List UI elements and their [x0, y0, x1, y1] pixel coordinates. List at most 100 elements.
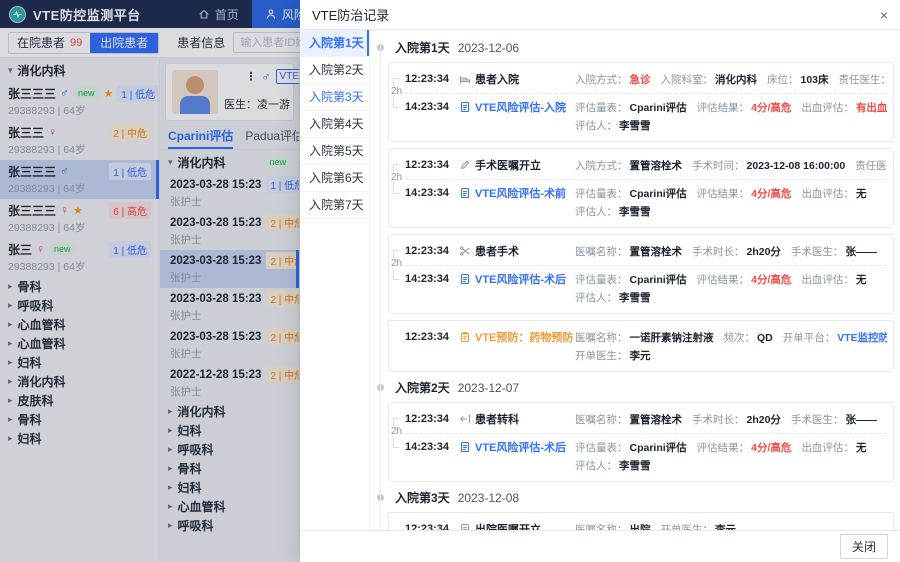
timeline-rail — [380, 42, 381, 530]
event-time: 12:23:34 — [405, 523, 459, 530]
field-pair: 评估人：李雪雪 — [575, 118, 651, 134]
field-value: 李元 — [715, 524, 736, 531]
field-label: 评估人： — [575, 120, 617, 132]
field-value: 李雪雪 — [619, 460, 651, 472]
drawer-day-tab-3[interactable]: 入院第3天 — [300, 84, 369, 111]
event-fields-line2: 评估人：李雪雪 — [575, 204, 887, 220]
field-value: 李雪雪 — [619, 206, 651, 218]
field-value: VTE监控防治平台 — [837, 332, 887, 344]
event-name: VTE风险评估-术后 — [475, 271, 566, 287]
day-label: 入院第1天 — [395, 39, 450, 56]
field-value: 无 — [856, 274, 867, 286]
field-label: 医嘱名称： — [575, 332, 628, 344]
field-value: 李元 — [630, 350, 651, 362]
event-fields: 入院方式：置管溶栓术手术时间：2023-12-08 16:00:00责任医生：李… — [575, 158, 887, 173]
field-value: 2023-12-08 16:00:00 — [747, 160, 846, 172]
gap-row: 2h — [405, 174, 887, 184]
transfer-icon — [459, 413, 471, 425]
field-pair: 医嘱名称：置管溶栓术 — [575, 412, 682, 427]
drawer-day-tab-6[interactable]: 入院第6天 — [300, 165, 369, 192]
field-pair: 入院方式：急诊 — [575, 72, 651, 87]
field-label: 责任医生： — [855, 160, 887, 172]
event-name-wrap[interactable]: VTE风险评估-术前 — [459, 185, 575, 201]
field-label: 医嘱名称： — [575, 414, 628, 426]
field-label: 开单医生： — [575, 350, 628, 362]
event-name-wrap[interactable]: 患者转科 — [459, 411, 575, 427]
pencil-icon — [459, 159, 471, 171]
event-fields: 医嘱名称：置管溶栓术手术时长：2h20分手术医生：张—— — [575, 412, 887, 427]
field-pair: 责任医生：张—— — [839, 72, 887, 87]
drawer-day-tab-2[interactable]: 入院第2天 — [300, 57, 369, 84]
field-pair: 评估量表：Cparini评估 — [575, 186, 687, 201]
timeline-card[interactable]: 12:23:34患者入院入院方式：急诊入院科室：消化内科床位：103床责任医生：… — [388, 62, 894, 142]
event-fields: 评估量表：Cparini评估评估结果：4分/高危出血评估：无 — [575, 440, 887, 455]
day-header: 入院第3天2023-12-08 — [370, 489, 894, 506]
event-time: 14:23:34 — [405, 101, 459, 113]
field-pair: 评估量表：Cparini评估 — [575, 100, 687, 115]
event-name: 患者转科 — [475, 411, 519, 427]
field-pair: 手术医生：张—— — [791, 412, 877, 427]
document-icon — [459, 441, 471, 453]
field-pair: 开单医生：李元 — [575, 348, 651, 364]
event-name-wrap[interactable]: VTE风险评估-术后 — [459, 271, 575, 287]
field-pair: 评估人：李雪雪 — [575, 290, 651, 306]
event-name-wrap[interactable]: 患者手术 — [459, 243, 575, 259]
clipboard-icon — [459, 331, 471, 343]
field-pair: 出血评估：有出血风险 — [801, 100, 887, 115]
clipboard-icon — [459, 331, 471, 343]
field-value: 消化内科 — [715, 74, 757, 86]
event-time: 12:23:34 — [405, 413, 459, 425]
field-label: 开单平台： — [783, 332, 836, 344]
drawer-day-tab-1[interactable]: 入院第1天 — [300, 30, 369, 57]
gap-dash-line — [405, 93, 887, 94]
drawer-day-tab-7[interactable]: 入院第7天 — [300, 192, 369, 219]
field-label: 评估人： — [575, 460, 617, 472]
close-button[interactable]: 关闭 — [840, 534, 888, 559]
field-pair: 评估结果：4分/高危 — [697, 440, 792, 455]
day-cards: 12:23:34患者入院入院方式：急诊入院科室：消化内科床位：103床责任医生：… — [388, 62, 894, 372]
event-fields: 医嘱名称：一诺肝素钠注射液频次：QD开单平台：VTE监控防治平台 — [575, 330, 887, 345]
field-pair: 手术医生：张—— — [791, 244, 877, 259]
event-name-wrap[interactable]: 出院医嘱开立 — [459, 521, 575, 530]
close-icon[interactable]: × — [880, 8, 888, 22]
field-value: Cparini评估 — [630, 442, 687, 454]
field-value: 李雪雪 — [619, 292, 651, 304]
field-value: Cparini评估 — [630, 274, 687, 286]
field-pair: 入院方式：置管溶栓术 — [575, 158, 682, 173]
timeline-card[interactable]: 12:23:34出院医嘱开立医嘱名称：出院开单医生：李元 — [388, 512, 894, 530]
event-name-wrap[interactable]: 手术医嘱开立 — [459, 157, 575, 173]
field-label: 出血评估： — [801, 442, 854, 454]
bed-icon — [459, 73, 471, 85]
event-name: 出院医嘱开立 — [475, 521, 541, 530]
drawer-title: VTE防治记录 — [312, 5, 389, 24]
field-label: 医嘱名称： — [575, 246, 628, 258]
event-name-wrap[interactable]: 患者入院 — [459, 71, 575, 87]
timeline-row: 12:23:34VTE预防：药物预防医嘱名称：一诺肝素钠注射液频次：QD开单平台… — [405, 328, 887, 346]
field-value: 4分/高危 — [751, 442, 791, 454]
document-icon — [459, 273, 471, 285]
field-value: 置管溶栓术 — [630, 246, 683, 258]
event-name-wrap[interactable]: VTE风险评估-入院 — [459, 99, 575, 115]
timeline-row: 14:23:34VTE风险评估-术前评估量表：Cparini评估评估结果：4分/… — [405, 184, 887, 202]
timeline-card[interactable]: 12:23:34患者手术医嘱名称：置管溶栓术手术时长：2h20分手术医生：张——… — [388, 234, 894, 314]
discharge-doc-icon — [459, 523, 471, 530]
timeline-card[interactable]: 12:23:34VTE预防：药物预防医嘱名称：一诺肝素钠注射液频次：QD开单平台… — [388, 320, 894, 372]
field-value: 103床 — [801, 74, 829, 86]
day-label: 入院第2天 — [395, 379, 450, 396]
timeline-card[interactable]: 12:23:34手术医嘱开立入院方式：置管溶栓术手术时间：2023-12-08 … — [388, 148, 894, 228]
field-pair: 评估量表：Cparini评估 — [575, 440, 687, 455]
drawer-day-tab-5[interactable]: 入院第5天 — [300, 138, 369, 165]
field-pair: 医嘱名称：出院 — [575, 522, 651, 531]
event-name-wrap[interactable]: VTE预防：药物预防 — [459, 329, 575, 345]
event-name-wrap[interactable]: VTE风险评估-术后 — [459, 439, 575, 455]
timeline-card[interactable]: 12:23:34 患者转科 医嘱名称：置管溶栓术手术时长：2h20分手术医生：张——… — [388, 402, 894, 482]
timeline-row: 14:23:34VTE风险评估-术后评估量表：Cparini评估评估结果：4分/… — [405, 438, 887, 456]
drawer-day-tab-4[interactable]: 入院第4天 — [300, 111, 369, 138]
field-label: 评估量表： — [575, 274, 628, 286]
gap-duration: 2h — [390, 172, 403, 183]
event-fields-line2: 评估人：李雪雪 — [575, 290, 887, 306]
field-pair: 手术时间：2023-12-08 16:00:00 — [692, 158, 845, 173]
field-value: 4分/高危 — [751, 102, 791, 114]
gap-duration: 2h — [390, 426, 403, 437]
field-label: 评估结果： — [697, 102, 750, 114]
